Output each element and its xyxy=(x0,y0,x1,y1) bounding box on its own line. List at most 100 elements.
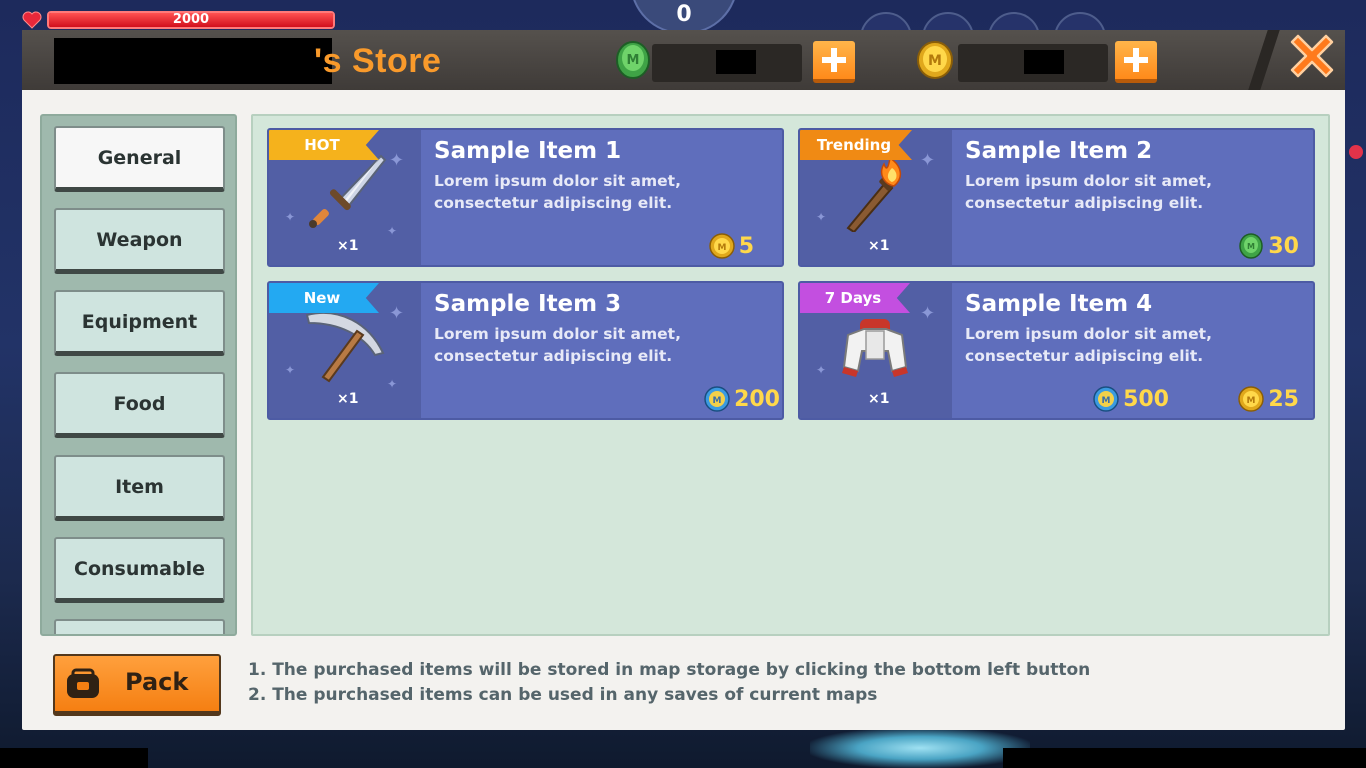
item-price: M 25 xyxy=(1238,386,1299,412)
pickaxe-icon xyxy=(305,311,385,383)
blue-coin-icon: M xyxy=(1093,386,1119,412)
item-price: M 5 xyxy=(708,233,754,259)
item-description-line: consectetur adipiscing elit. xyxy=(434,347,673,365)
torch-icon xyxy=(846,156,902,232)
item-price: M 500 xyxy=(1093,386,1169,412)
pack-button-label: Pack xyxy=(125,668,189,696)
close-icon[interactable] xyxy=(1284,28,1340,84)
titlebar-divider xyxy=(1248,30,1280,90)
category-next[interactable] xyxy=(54,619,225,634)
sparkle-icon: ✦ xyxy=(816,210,827,224)
hot-badge: HOT xyxy=(269,130,379,160)
item-description-line: Lorem ipsum dolor sit amet, xyxy=(965,325,1212,343)
sparkle-icon: ✦ xyxy=(285,363,296,377)
category-food[interactable]: Food xyxy=(54,372,225,438)
svg-text:M: M xyxy=(713,396,722,406)
sparkle-icon: ✦ xyxy=(285,210,296,224)
svg-text:M: M xyxy=(1247,396,1256,406)
item-description-line: Lorem ipsum dolor sit amet, xyxy=(434,172,681,190)
category-consumable[interactable]: Consumable xyxy=(54,537,225,603)
item-price: M 200 xyxy=(704,386,780,412)
category-general[interactable]: General xyxy=(54,126,225,192)
price-amount: 30 xyxy=(1268,233,1299,259)
redacted-area xyxy=(0,748,148,768)
item-description: Lorem ipsum dolor sit amet, consectetur … xyxy=(434,323,774,367)
sparkle-icon: ✦ xyxy=(816,363,827,377)
svg-text:M: M xyxy=(627,53,640,68)
svg-text:M: M xyxy=(1247,242,1255,251)
heart-icon xyxy=(22,11,42,29)
gem-balance xyxy=(652,44,802,82)
redacted-balance xyxy=(716,50,756,74)
svg-text:M: M xyxy=(1102,396,1111,406)
new-badge: New xyxy=(269,283,379,313)
store-title: 's Store xyxy=(314,42,442,80)
backpack-icon xyxy=(67,668,99,698)
trending-badge: Trending xyxy=(800,130,912,160)
price-amount: 500 xyxy=(1123,386,1169,412)
item-description: Lorem ipsum dolor sit amet, consectetur … xyxy=(434,170,774,214)
item-name: Sample Item 2 xyxy=(965,138,1153,164)
jacket-icon xyxy=(842,319,908,377)
item-quantity: ×1 xyxy=(337,391,359,407)
price-amount: 200 xyxy=(734,386,780,412)
svg-text:M: M xyxy=(717,243,726,253)
add-coin-button[interactable] xyxy=(1115,41,1157,83)
redacted-balance xyxy=(1024,50,1064,74)
dial-value: 0 xyxy=(676,2,692,27)
store-window: 's Store M M General Weapon Equipment Fo… xyxy=(22,30,1345,730)
store-note: 2. The purchased items can be used in an… xyxy=(248,685,878,705)
item-card[interactable]: ✦ ✦ ✦ ×1 HOT Sample Item 1 Lorem ipsum d… xyxy=(267,128,784,267)
add-gem-button[interactable] xyxy=(813,41,855,83)
item-description-line: consectetur adipiscing elit. xyxy=(965,347,1204,365)
hp-bar: 2000 xyxy=(47,11,335,29)
blue-coin-icon: M xyxy=(704,386,730,412)
item-description-line: Lorem ipsum dolor sit amet, xyxy=(965,172,1212,190)
sparkle-icon: ✦ xyxy=(389,150,405,171)
item-quantity: ×1 xyxy=(337,238,359,254)
store-titlebar: 's Store M M xyxy=(22,30,1345,90)
limited-time-badge: 7 Days xyxy=(800,283,910,313)
gold-coin-icon: M xyxy=(708,233,735,259)
hp-value: 2000 xyxy=(172,12,210,27)
sparkle-icon: ✦ xyxy=(920,150,936,171)
redacted-area xyxy=(1003,748,1366,768)
category-item[interactable]: Item xyxy=(54,455,225,521)
item-quantity: ×1 xyxy=(868,238,890,254)
green-gem-icon: M xyxy=(1239,233,1264,259)
item-price: M 30 xyxy=(1238,233,1299,259)
item-description-line: consectetur adipiscing elit. xyxy=(965,194,1204,212)
gold-coin-icon: M xyxy=(1238,386,1265,412)
item-description: Lorem ipsum dolor sit amet, consectetur … xyxy=(965,170,1305,214)
item-card[interactable]: ✦ ✦ ×1 Trending Sample Item 2 Lorem ipsu… xyxy=(798,128,1315,267)
coin-balance xyxy=(958,44,1108,82)
item-card[interactable]: ✦ ✦ ×1 7 Days Sample Item 4 Lorem ipsum … xyxy=(798,281,1315,420)
sparkle-icon: ✦ xyxy=(920,303,936,324)
price-amount: 25 xyxy=(1268,386,1299,412)
green-gem-icon: M xyxy=(616,41,650,79)
item-name: Sample Item 1 xyxy=(434,138,622,164)
sparkle-icon: ✦ xyxy=(389,303,405,324)
category-list: General Weapon Equipment Food Item Consu… xyxy=(40,114,237,636)
item-name: Sample Item 4 xyxy=(965,291,1153,317)
item-grid: ✦ ✦ ✦ ×1 HOT Sample Item 1 Lorem ipsum d… xyxy=(251,114,1330,636)
svg-text:M: M xyxy=(928,53,942,69)
item-description-line: consectetur adipiscing elit. xyxy=(434,194,673,212)
gold-coin-icon: M xyxy=(917,41,953,79)
category-equipment[interactable]: Equipment xyxy=(54,290,225,356)
category-weapon[interactable]: Weapon xyxy=(54,208,225,274)
item-description-line: Lorem ipsum dolor sit amet, xyxy=(434,325,681,343)
redacted-owner-name xyxy=(54,38,332,84)
notification-dot xyxy=(1349,145,1363,159)
price-amount: 5 xyxy=(738,233,754,259)
store-notes: 1. The purchased items will be stored in… xyxy=(248,658,1090,708)
pack-button[interactable]: Pack xyxy=(53,654,221,716)
top-dial: 0 xyxy=(630,0,738,34)
item-card[interactable]: ✦ ✦ ✦ ×1 New Sample Item 3 Lorem ipsum d… xyxy=(267,281,784,420)
sword-icon xyxy=(309,154,387,228)
item-quantity: ×1 xyxy=(868,391,890,407)
background-glow xyxy=(810,728,1030,768)
item-name: Sample Item 3 xyxy=(434,291,622,317)
store-note: 1. The purchased items will be stored in… xyxy=(248,660,1091,680)
item-description: Lorem ipsum dolor sit amet, consectetur … xyxy=(965,323,1305,367)
